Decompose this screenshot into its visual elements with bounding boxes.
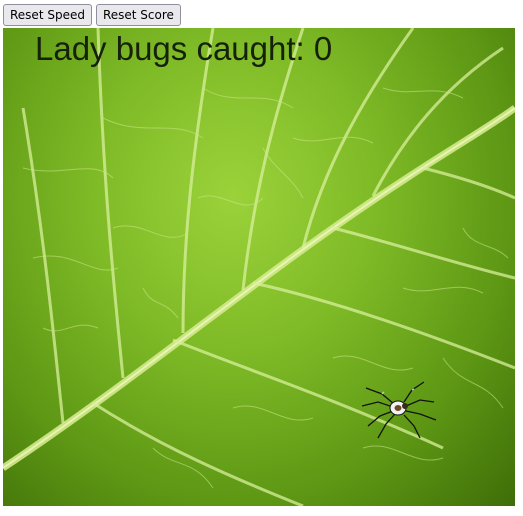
reset-speed-button[interactable]: Reset Speed: [3, 4, 92, 26]
toolbar: Reset Speed Reset Score: [3, 4, 181, 26]
reset-score-button[interactable]: Reset Score: [95, 4, 181, 26]
game-canvas[interactable]: Lady bugs caught: 0: [3, 28, 515, 506]
score-label: Lady bugs caught: 0: [35, 30, 333, 67]
spider-icon[interactable]: [360, 380, 440, 440]
